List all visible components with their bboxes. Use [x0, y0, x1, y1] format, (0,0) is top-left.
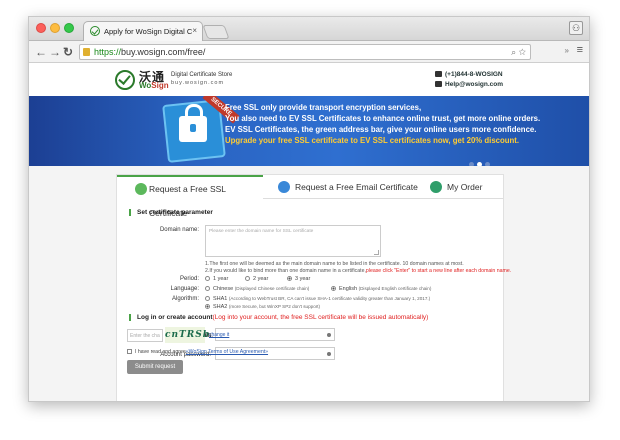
language-chinese[interactable]: Chinese (Displayed Chinese certificate c… [205, 286, 309, 292]
algorithm-sha2[interactable]: SHA2 (more Secure, but WinXP SP2 don't s… [205, 304, 320, 310]
new-tab-button[interactable] [202, 25, 230, 39]
padlock-icon [179, 104, 207, 142]
certificate-tabs: Request a Free SSL Certificate Request a… [117, 175, 503, 218]
tab-my-order[interactable]: My Order [427, 175, 482, 199]
phone-icon [435, 71, 443, 78]
reload-icon[interactable]: ↻ [63, 44, 73, 60]
radio-selected-icon [287, 276, 292, 282]
radio-icon [205, 286, 210, 292]
submit-request-button[interactable]: Submit request [127, 360, 183, 374]
wosign-favicon-icon [90, 26, 100, 36]
domain-name-textarea[interactable]: Please enter the domain name for SSL cer… [205, 225, 381, 257]
domain-hint-1: 1.The first one will be deemed as the ma… [205, 261, 464, 267]
period-2-year[interactable]: 2 year [245, 276, 268, 282]
language-english[interactable]: English (Displayed English certificate c… [331, 286, 431, 292]
field-indicator-icon [327, 352, 331, 356]
zoom-and-bookmark-icons[interactable]: ⌕ ☆ [511, 45, 526, 59]
radio-icon [205, 276, 210, 282]
email-field[interactable] [215, 328, 335, 341]
domain-placeholder: Please enter the domain name for SSL cer… [209, 229, 314, 234]
ssl-certificate-icon [135, 183, 147, 195]
maximize-window-button[interactable] [64, 23, 74, 33]
terms-link[interactable]: «WoSign Terms of Use Agreement» [186, 349, 268, 355]
lock-icon [83, 48, 90, 56]
browser-tab[interactable]: Apply for WoSign Digital C × [83, 21, 203, 41]
period-1-year[interactable]: 1 year [205, 276, 228, 282]
order-icon [430, 181, 442, 193]
radio-selected-icon [331, 286, 336, 292]
carousel-dots[interactable] [469, 154, 493, 166]
section-certificate-parameter: Set certificate parameter [129, 209, 213, 216]
logo-english-text: WoSign [139, 81, 169, 90]
radio-icon [245, 276, 250, 282]
support-email[interactable]: Help@wosign.com [445, 81, 503, 88]
title-bar: Apply for WoSign Digital C × ⚇ [29, 17, 589, 41]
navigation-bar: ← → ↻ https://buy.wosign.com/free/ ⌕ ☆ »… [29, 41, 589, 63]
tab-free-email[interactable]: Request a Free Email Certificate [275, 175, 418, 199]
phone-number: (+1)844-8-WOSIGN [445, 71, 503, 78]
store-title: Digital Certificate Store [171, 72, 233, 78]
algorithm-sha1[interactable]: SHA1 (According to WebTrust BR, CA can't… [205, 296, 430, 302]
agree-terms[interactable]: I have read and agree«WoSign Terms of Us… [127, 349, 268, 355]
browser-window: Apply for WoSign Digital C × ⚇ ← → ↻ htt… [28, 16, 590, 402]
period-label: Period: [179, 276, 199, 282]
url-path: buy.wosign.com/free/ [121, 47, 206, 57]
site-header: 沃通 WoSign Digital Certificate Store buy.… [29, 64, 589, 96]
minimize-window-button[interactable] [50, 23, 60, 33]
domain-label: Domain name: [159, 227, 199, 233]
checkbox-icon[interactable] [127, 349, 132, 355]
close-window-button[interactable] [36, 23, 46, 33]
hamburger-menu-icon[interactable]: ≡ [577, 44, 583, 56]
wosign-logo-icon[interactable] [115, 70, 135, 90]
period-3-year[interactable]: 3 year [287, 276, 310, 282]
banner-text: Free SSL only provide transport encrypti… [225, 103, 541, 145]
field-indicator-icon [327, 333, 331, 337]
web-page: 沃通 WoSign Digital Certificate Store buy.… [29, 64, 589, 401]
radio-icon [205, 296, 210, 302]
captcha-input[interactable]: Enter the cha [127, 329, 163, 342]
promo-banner[interactable]: SECURE Free SSL only provide transport e… [29, 96, 589, 166]
forward-arrow-icon[interactable]: → [49, 44, 61, 60]
radio-selected-icon [205, 304, 210, 310]
url-scheme: https:// [94, 47, 122, 57]
tab-title: Apply for WoSign Digital C [104, 27, 193, 36]
captcha-image[interactable]: cnTRSb [165, 327, 209, 343]
back-arrow-icon[interactable]: ← [35, 44, 47, 60]
change-captcha-link[interactable]: change it [209, 332, 229, 338]
contact-info: (+1)844-8-WOSIGN Help@wosign.com [435, 70, 503, 90]
resize-handle-icon[interactable] [374, 250, 379, 255]
tab-close-icon[interactable]: × [192, 26, 197, 35]
store-url: buy.wosign.com [171, 80, 225, 86]
domain-hint-2: 2.If you would like to bind more than on… [205, 268, 512, 274]
email-certificate-icon [278, 181, 290, 193]
tab-free-ssl[interactable]: Request a Free SSL Certificate [117, 175, 263, 218]
language-label: Language: [170, 286, 199, 292]
address-bar[interactable]: https://buy.wosign.com/free/ ⌕ ☆ [79, 44, 531, 60]
algorithm-label: Algorithm: [171, 296, 199, 302]
section-login: Log in or create account(Log into your a… [129, 314, 428, 321]
extension-icon[interactable]: » [565, 46, 569, 55]
mail-icon [435, 81, 443, 88]
user-profile-icon[interactable]: ⚇ [569, 21, 583, 35]
